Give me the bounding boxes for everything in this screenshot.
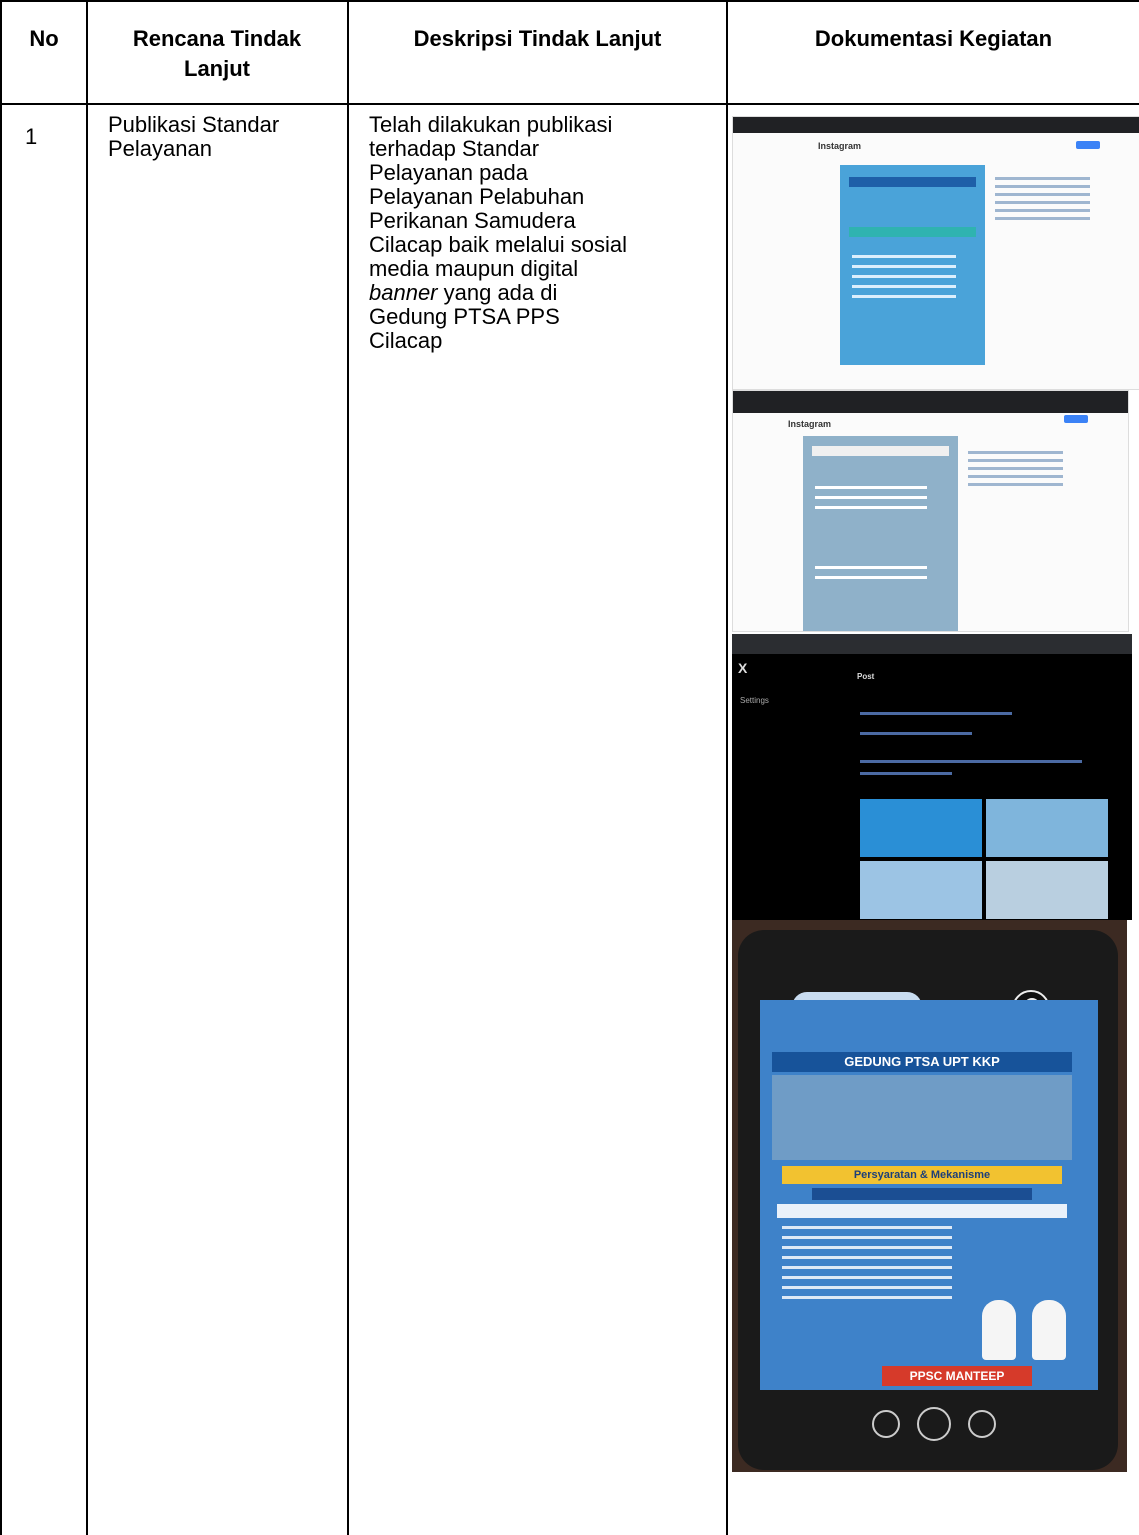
kiosk-list-line xyxy=(782,1236,952,1239)
x-logo-icon: X xyxy=(738,660,748,676)
rencana-line: Publikasi Standar xyxy=(108,112,280,137)
kiosk-list-line xyxy=(782,1286,952,1289)
pause-icon xyxy=(917,1407,951,1441)
post-banner xyxy=(812,446,949,456)
kiosk-subtitle-2 xyxy=(777,1204,1067,1218)
rewind-icon xyxy=(872,1410,900,1438)
documentation-image-instagram-2: Instagram xyxy=(732,390,1129,632)
illustration-person xyxy=(1032,1300,1066,1360)
instagram-post-image xyxy=(803,436,958,631)
post-text-line xyxy=(851,275,956,278)
grid-image xyxy=(860,861,982,919)
kiosk-subtitle xyxy=(812,1188,1032,1200)
deskripsi-line: Telah dilakukan publikasi xyxy=(369,112,613,137)
banner-rest: yang ada di xyxy=(437,280,558,305)
post-text-line xyxy=(815,506,927,509)
post-text-line xyxy=(815,576,927,579)
deskripsi-line: media maupun digital xyxy=(369,256,579,281)
post-header: Post xyxy=(857,672,875,681)
col-divider-2 xyxy=(347,0,349,1535)
deskripsi-line: terhadap Standar xyxy=(369,136,540,161)
post-text-line xyxy=(860,732,972,735)
deskripsi-line: Gedung PTSA PPS xyxy=(369,304,560,329)
kiosk-list-line xyxy=(782,1266,952,1269)
kiosk-list-line xyxy=(782,1296,952,1299)
instagram-logo: Instagram xyxy=(818,141,862,151)
browser-bar xyxy=(733,117,1139,133)
kiosk-title: GEDUNG PTSA UPT KKP xyxy=(772,1052,1072,1072)
post-text-line xyxy=(851,255,956,258)
post-text-line xyxy=(851,295,956,298)
follow-button xyxy=(1064,415,1088,423)
youtube-banner: PPSC MANTEEP xyxy=(882,1366,1032,1386)
post-text-line xyxy=(815,486,927,489)
deskripsi-line: banner yang ada di xyxy=(369,281,719,305)
deskripsi-line: Perikanan Samudera xyxy=(369,208,576,233)
settings-menu-item: Settings xyxy=(740,696,769,705)
browser-tab-bar xyxy=(732,634,1132,654)
table-left-border xyxy=(0,0,2,1535)
deskripsi-line: Pelayanan Pelabuhan xyxy=(369,184,585,209)
deskripsi-line: Pelayanan pada xyxy=(369,160,529,185)
header-dokumentasi: Dokumentasi Kegiatan xyxy=(814,26,1053,51)
deskripsi-line: Cilacap xyxy=(369,328,443,353)
deskripsi-cell: Telah dilakukan publikasi terhadap Stand… xyxy=(369,113,719,353)
post-text-line xyxy=(851,285,956,288)
header-no: No xyxy=(29,26,59,51)
header-rencana: Rencana Tindak Lanjut xyxy=(132,26,302,81)
documentation-photo-digital-banner: PPS Cilacap GEDUNG PTSA UPT KKP Persyara… xyxy=(732,920,1127,1472)
header-deskripsi: Deskripsi Tindak Lanjut xyxy=(413,26,662,51)
post-text-line xyxy=(860,712,1012,715)
deskripsi-line: Cilacap baik melalui sosial xyxy=(369,232,628,257)
post-text-line xyxy=(815,566,927,569)
post-banner xyxy=(848,227,977,237)
illustration-person xyxy=(982,1300,1016,1360)
browser-bar xyxy=(733,391,1128,413)
documentation-image-instagram-1: Instagram xyxy=(732,116,1139,390)
instagram-logo: Instagram xyxy=(788,419,832,429)
kiosk-list-line xyxy=(782,1246,952,1249)
follow-button xyxy=(1076,141,1100,149)
post-banner xyxy=(848,177,977,187)
col-divider-1 xyxy=(86,0,88,1535)
grid-image xyxy=(986,861,1108,919)
kiosk-list-line xyxy=(782,1256,952,1259)
header-bottom-border xyxy=(0,103,1139,105)
grid-image xyxy=(986,799,1108,857)
table-top-border xyxy=(0,0,1139,2)
banner-word: banner xyxy=(369,280,438,305)
post-image-grid xyxy=(860,799,1108,919)
row-number: 1 xyxy=(25,124,38,149)
comments-panel xyxy=(995,177,1090,225)
documentation-image-x-post: X Settings Post xyxy=(732,634,1132,920)
col-divider-3 xyxy=(726,0,728,1535)
forward-icon xyxy=(968,1410,996,1438)
comments-panel xyxy=(968,451,1063,491)
kiosk-ribbon: Persyaratan & Mekanisme xyxy=(782,1166,1062,1184)
kiosk-list-line xyxy=(782,1226,952,1229)
post-text-line xyxy=(860,772,952,775)
instagram-post-image xyxy=(840,165,985,365)
post-text-line xyxy=(860,760,1082,763)
post-text-line xyxy=(815,496,927,499)
rencana-cell: Publikasi Standar Pelayanan xyxy=(108,113,338,161)
rencana-line: Pelayanan xyxy=(108,136,212,161)
building-photo xyxy=(772,1075,1072,1160)
kiosk-list-line xyxy=(782,1276,952,1279)
post-text-line xyxy=(851,265,956,268)
grid-image xyxy=(860,799,982,857)
